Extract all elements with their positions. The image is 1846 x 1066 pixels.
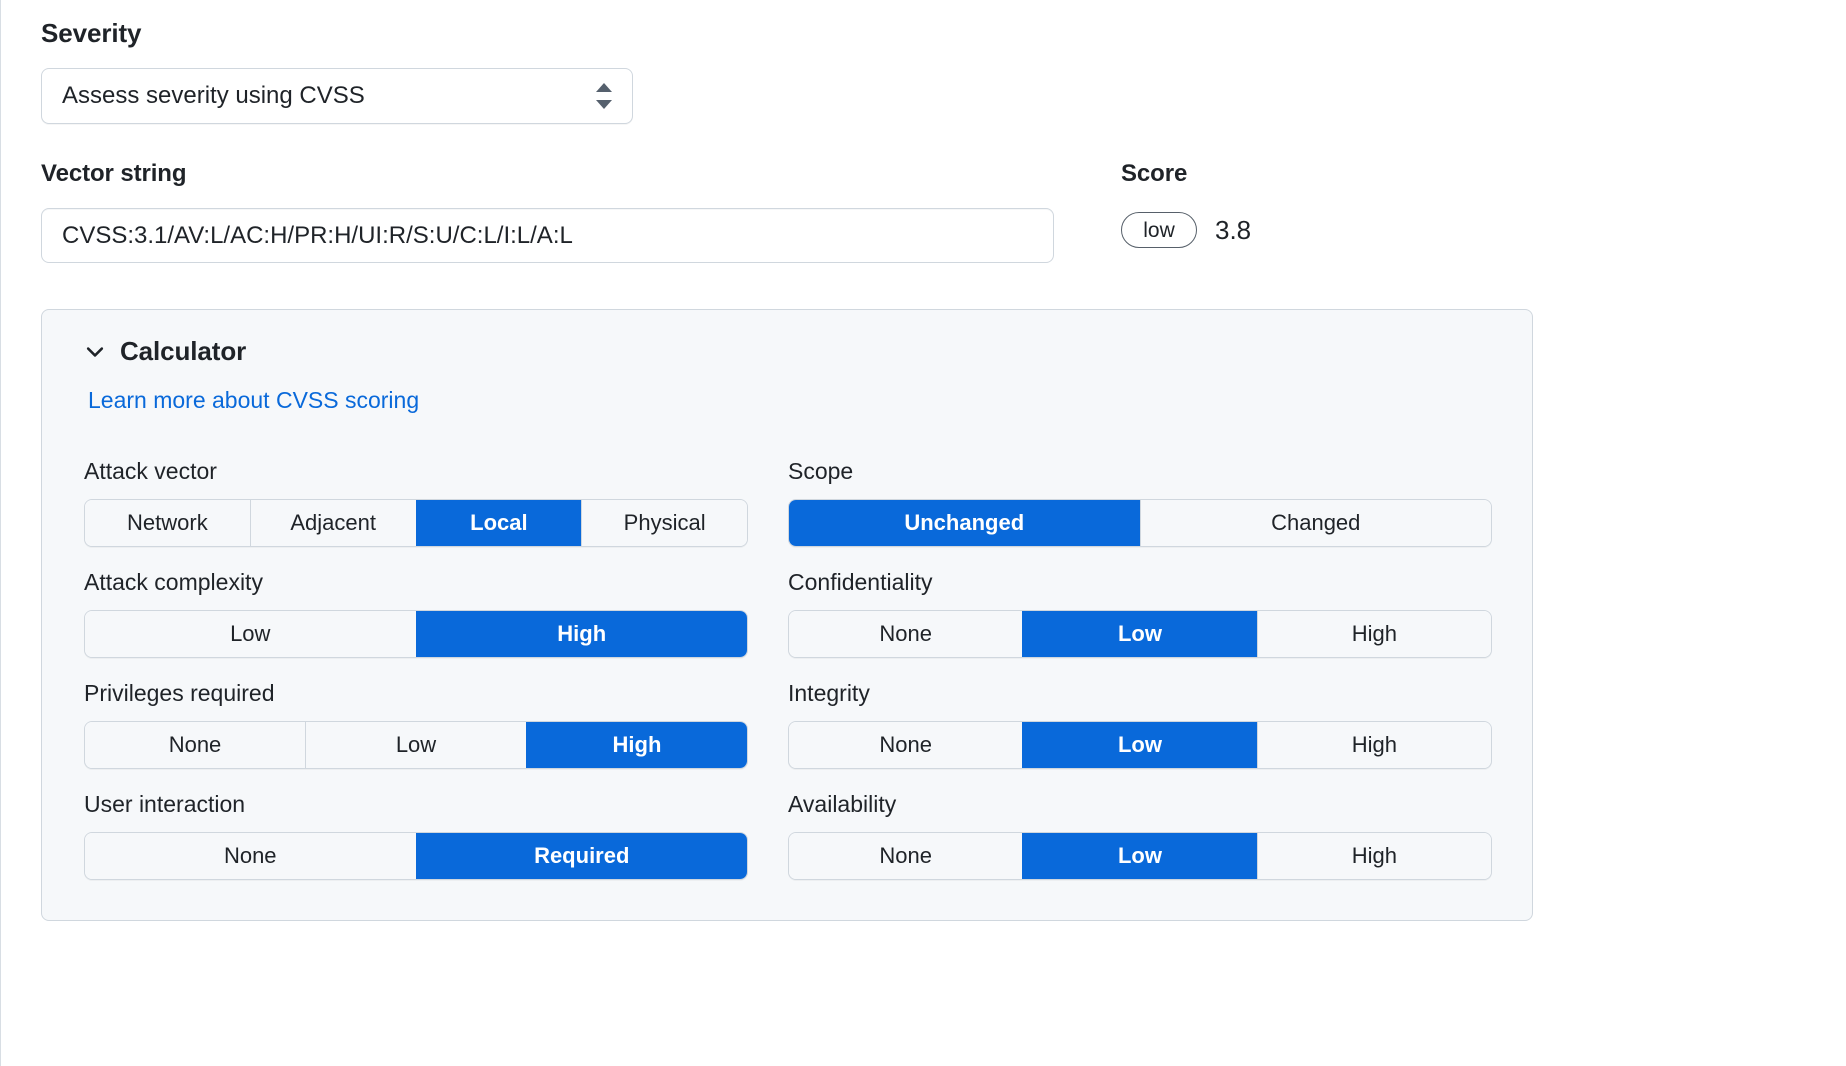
calculator-panel: Calculator Learn more about CVSS scoring… <box>41 309 1533 921</box>
option-confidentiality-low[interactable]: Low <box>1022 611 1257 657</box>
option-availability-low[interactable]: Low <box>1022 833 1257 879</box>
vector-string-label: Vector string <box>41 160 187 187</box>
option-attack-vector-adjacent[interactable]: Adjacent <box>249 500 416 546</box>
segmented-control-attack-complexity: Low High <box>84 610 748 658</box>
segmented-control-user-interaction: None Required <box>84 832 748 880</box>
option-scope-changed[interactable]: Changed <box>1139 500 1491 546</box>
option-scope-unchanged[interactable]: Unchanged <box>789 500 1140 546</box>
option-integrity-low[interactable]: Low <box>1022 722 1257 768</box>
option-group-privileges-required: Privileges required None Low High <box>84 680 748 769</box>
option-privileges-required-low[interactable]: Low <box>305 722 526 768</box>
calculator-options-grid: Attack vector Network Adjacent Local Physica… <box>84 436 1492 880</box>
score-value: 3.8 <box>1215 214 1252 245</box>
score-column: Score low 3.8 <box>1121 160 1251 263</box>
option-group-label-user-interaction: User interaction <box>84 791 246 817</box>
vector-score-row: Vector string Score low 3.8 <box>41 160 1846 263</box>
option-group-confidentiality: Confidentiality None Low High <box>788 569 1492 658</box>
option-group-label-privileges-required: Privileges required <box>84 680 275 706</box>
segmented-control-confidentiality: None Low High <box>788 610 1492 658</box>
option-confidentiality-none[interactable]: None <box>789 611 1023 657</box>
left-edge-divider <box>0 0 1 1066</box>
segmented-control-availability: None Low High <box>788 832 1492 880</box>
option-group-label-availability: Availability <box>788 791 897 817</box>
segmented-control-scope: Unchanged Changed <box>788 499 1492 547</box>
segmented-control-integrity: None Low High <box>788 721 1492 769</box>
segmented-control-attack-vector: Network Adjacent Local Physical <box>84 499 748 547</box>
option-user-interaction-required[interactable]: Required <box>415 833 747 879</box>
option-group-availability: Availability None Low High <box>788 791 1492 880</box>
form-content: Severity Assess severity using CVSS Vect… <box>41 0 1846 921</box>
option-attack-complexity-high[interactable]: High <box>415 611 747 657</box>
option-attack-vector-physical[interactable]: Physical <box>581 500 747 546</box>
score-label: Score <box>1121 160 1188 187</box>
option-group-user-interaction: User interaction None Required <box>84 791 748 880</box>
page-title: Severity <box>41 18 142 48</box>
segmented-control-privileges-required: None Low High <box>84 721 748 769</box>
option-group-label-confidentiality: Confidentiality <box>788 569 933 595</box>
option-availability-none[interactable]: None <box>789 833 1023 879</box>
option-group-integrity: Integrity None Low High <box>788 680 1492 769</box>
option-group-label-integrity: Integrity <box>788 680 870 706</box>
option-privileges-required-high[interactable]: High <box>526 722 747 768</box>
option-group-attack-complexity: Attack complexity Low High <box>84 569 748 658</box>
option-user-interaction-none[interactable]: None <box>85 833 416 879</box>
option-confidentiality-high[interactable]: High <box>1256 611 1491 657</box>
option-group-label-scope: Scope <box>788 458 854 484</box>
chevron-down-icon <box>86 346 104 357</box>
stepper-up-down-icon <box>596 83 612 109</box>
calculator-title: Calculator <box>120 336 247 366</box>
option-privileges-required-none[interactable]: None <box>85 722 305 768</box>
option-attack-vector-network[interactable]: Network <box>85 500 250 546</box>
score-line: low 3.8 <box>1121 212 1251 248</box>
option-availability-high[interactable]: High <box>1256 833 1491 879</box>
vector-string-input[interactable] <box>41 208 1054 263</box>
calculator-toggle[interactable]: Calculator <box>84 336 1490 367</box>
option-group-scope: Scope Unchanged Changed <box>788 458 1492 547</box>
status-badge: low <box>1121 212 1197 248</box>
severity-form-page: Severity Assess severity using CVSS Vect… <box>0 0 1846 1066</box>
cvss-scoring-help-link[interactable]: Learn more about CVSS scoring <box>88 387 419 414</box>
severity-mode-select-value: Assess severity using CVSS <box>62 82 365 109</box>
vector-string-column: Vector string <box>41 160 1071 263</box>
option-group-label-attack-complexity: Attack complexity <box>84 569 263 595</box>
option-integrity-none[interactable]: None <box>789 722 1023 768</box>
option-group-attack-vector: Attack vector Network Adjacent Local Physica… <box>84 458 748 547</box>
severity-mode-select[interactable]: Assess severity using CVSS <box>41 68 633 124</box>
option-attack-complexity-low[interactable]: Low <box>85 611 416 657</box>
option-integrity-high[interactable]: High <box>1256 722 1491 768</box>
option-group-label-attack-vector: Attack vector <box>84 458 217 484</box>
option-attack-vector-local[interactable]: Local <box>415 500 582 546</box>
